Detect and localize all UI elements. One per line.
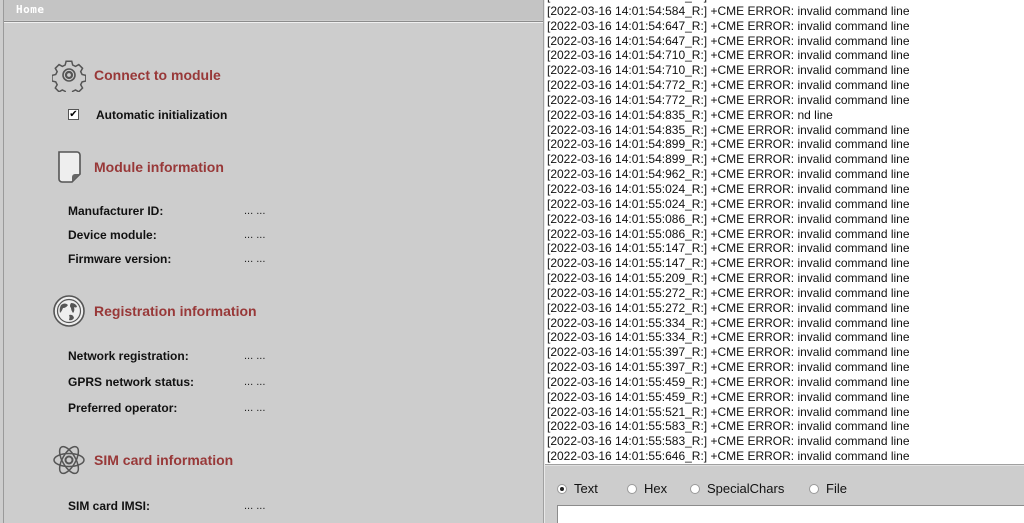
radio-text-label: Text	[574, 481, 598, 496]
sim-imsi-value: ... ...	[244, 500, 266, 512]
log-line: [2022-03-16 14:01:54:835_R:] +CME ERROR:…	[547, 107, 833, 122]
log-line: [2022-03-16 14:01:55:334_R:] +CME ERROR:…	[547, 315, 910, 330]
log-line: [2022-03-16 14:01:55:521_R:] +CME ERROR:…	[547, 404, 910, 419]
log-line: [2022-03-16 14:01:55:397_R:] +CME ERROR:…	[547, 345, 910, 360]
radio-specialchars-label: SpecialChars	[707, 481, 785, 496]
gprs-status-label: GPRS network status:	[68, 375, 195, 389]
connect-section-title: Connect to module	[94, 67, 221, 83]
radio-specialchars[interactable]: SpecialChars	[690, 481, 784, 496]
log-line: [2022-03-16 14:01:55:459_R:] +CME ERROR:…	[547, 389, 910, 404]
log-line: [2022-03-16 14:01:55:583_R:] +CME ERROR:…	[547, 419, 910, 434]
log-line: [2022-03-16 14:01:54:835_R:] +CME ERROR:…	[547, 122, 910, 137]
radio-hex-label: Hex	[644, 481, 668, 496]
log-line: [2022-03-16 14:01:55:272_R:] +CME ERROR:…	[547, 300, 910, 315]
preferred-operator-value: ... ...	[244, 402, 266, 414]
log-line: [2022-03-16 14:01:54:899_R:] +CME ERROR:…	[547, 152, 910, 167]
connect-section-header[interactable]: Connect to module	[51, 58, 221, 96]
log-line: [2022-03-16 14:01:55:459_R:] +CME ERROR:…	[547, 374, 910, 389]
device-module-label: Device module:	[68, 228, 157, 242]
header-divider	[4, 21, 543, 23]
send-input[interactable]	[557, 505, 1024, 523]
panel-border	[3, 0, 4, 523]
manufacturer-id-label: Manufacturer ID:	[68, 204, 164, 218]
home-title: Home	[16, 3, 45, 16]
log-lines: [2022-03-16 14:01:54:522_R:] +CME ERROR:…	[547, 0, 910, 464]
log-line: [2022-03-16 14:01:54:772_R:] +CME ERROR:…	[547, 78, 910, 93]
registration-title: Registration information	[94, 303, 257, 319]
log-output[interactable]: [2022-03-16 14:01:54:522_R:] +CME ERROR:…	[545, 0, 1024, 464]
log-line: [2022-03-16 14:01:55:272_R:] +CME ERROR:…	[547, 285, 910, 300]
log-line: [2022-03-16 14:01:55:209_R:] +CME ERROR:…	[547, 271, 910, 286]
log-line: [2022-03-16 14:01:55:024_R:] +CME ERROR:…	[547, 181, 910, 196]
auto-init-checkbox[interactable]: ✔	[68, 109, 79, 120]
log-line: [2022-03-16 14:01:55:334_R:] +CME ERROR:…	[547, 330, 910, 345]
preferred-operator-label: Preferred operator:	[68, 401, 178, 415]
gprs-status-value: ... ...	[244, 376, 266, 388]
module-info-section-header: Module information	[52, 150, 224, 184]
module-info-title: Module information	[94, 159, 224, 175]
sim-imsi-label: SIM card IMSI:	[68, 499, 151, 513]
radio-indicator[interactable]	[627, 483, 637, 494]
radio-hex[interactable]: Hex	[627, 481, 667, 496]
firmware-version-value: ... ...	[244, 253, 266, 265]
log-line: [2022-03-16 14:01:55:583_R:] +CME ERROR:…	[547, 434, 910, 449]
radio-selected-indicator[interactable]	[557, 483, 567, 494]
log-line: [2022-03-16 14:01:55:147_R:] +CME ERROR:…	[547, 256, 910, 271]
log-line: [2022-03-16 14:01:54:710_R:] +CME ERROR:…	[547, 48, 910, 63]
home-header-bar: Home	[4, 0, 543, 20]
radio-file[interactable]: File	[809, 481, 847, 496]
log-line: [2022-03-16 14:01:55:397_R:] +CME ERROR:…	[547, 360, 910, 375]
radio-text[interactable]: Text	[557, 481, 598, 496]
log-line: [2022-03-16 14:01:54:647_R:] +CME ERROR:…	[547, 33, 910, 48]
home-panel: Home Connect to module ✔ Automatic initi…	[0, 0, 543, 523]
radio-indicator[interactable]	[690, 483, 700, 494]
log-line: [2022-03-16 14:01:55:646_R:] +CME ERROR:…	[547, 449, 910, 464]
globe-icon	[52, 294, 86, 328]
log-line: [2022-03-16 14:01:54:710_R:] +CME ERROR:…	[547, 63, 910, 78]
log-line: [2022-03-16 14:01:55:147_R:] +CME ERROR:…	[547, 241, 910, 256]
gear-icon	[51, 58, 87, 96]
log-line: [2022-03-16 14:01:55:024_R:] +CME ERROR:…	[547, 196, 910, 211]
auto-init-label[interactable]: Automatic initialization	[96, 108, 227, 122]
network-registration-label: Network registration:	[68, 349, 189, 363]
log-line: [2022-03-16 14:01:54:899_R:] +CME ERROR:…	[547, 137, 910, 152]
sim-title: SIM card information	[94, 452, 234, 468]
log-line: [2022-03-16 14:01:54:584_R:] +CME ERROR:…	[547, 3, 910, 18]
network-registration-value: ... ...	[244, 350, 266, 362]
manufacturer-id-value: ... ...	[244, 205, 266, 217]
document-icon	[52, 150, 86, 184]
atom-icon	[52, 443, 86, 477]
radio-file-label: File	[826, 481, 847, 496]
device-module-value: ... ...	[244, 229, 266, 241]
log-line: [2022-03-16 14:01:55:086_R:] +CME ERROR:…	[547, 226, 910, 241]
log-line: [2022-03-16 14:01:54:772_R:] +CME ERROR:…	[547, 92, 910, 107]
registration-section-header: Registration information	[52, 294, 257, 328]
sim-section-header: SIM card information	[52, 443, 233, 477]
radio-indicator[interactable]	[809, 483, 819, 494]
log-line: [2022-03-16 14:01:54:962_R:] +CME ERROR:…	[547, 167, 910, 182]
firmware-version-label: Firmware version:	[68, 252, 172, 266]
log-line: [2022-03-16 14:01:55:086_R:] +CME ERROR:…	[547, 211, 910, 226]
log-line: [2022-03-16 14:01:54:647_R:] +CME ERROR:…	[547, 18, 910, 33]
